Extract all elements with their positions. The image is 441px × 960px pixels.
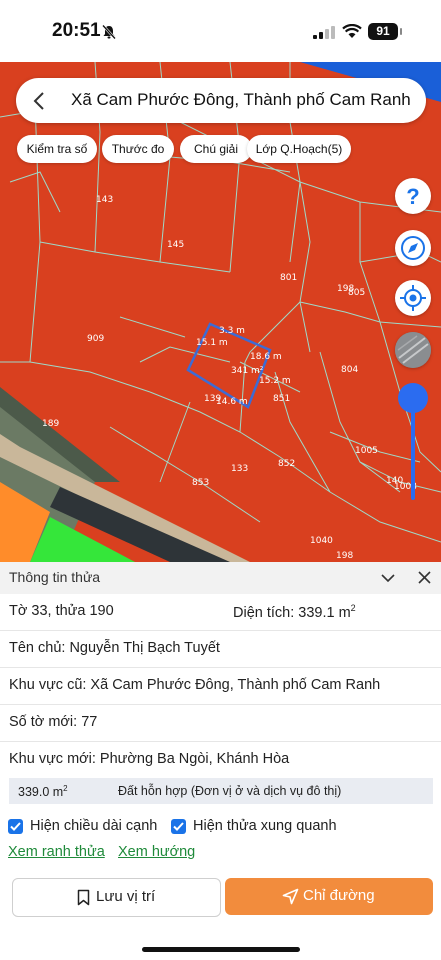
- checkbox-show-edges[interactable]: [8, 819, 23, 834]
- parcel-label: 851: [273, 394, 291, 404]
- help-icon: ?: [406, 184, 419, 209]
- search-bar[interactable]: Xã Cam Phước Đông, Thành phố Cam Ranh: [16, 78, 426, 123]
- compass-icon: [401, 236, 425, 260]
- chip-legend[interactable]: Chú giải: [180, 135, 252, 163]
- parcel-label: 1005: [355, 446, 378, 456]
- info-row-owner: Tên chủ: Nguyễn Thị Bạch Tuyết: [0, 630, 441, 668]
- area-unit-sup: 2: [350, 603, 356, 613]
- layer-thumbnail[interactable]: [395, 332, 431, 368]
- checkbox-icon: [10, 822, 21, 831]
- navigation-arrow-icon: [282, 888, 299, 905]
- search-query-text[interactable]: Xã Cam Phước Đông, Thành phố Cam Ranh: [71, 90, 411, 110]
- show-neighbors-label[interactable]: Hiện thửa xung quanh: [193, 818, 337, 834]
- new-area-text: Khu vực mới: Phường Ba Ngòi, Khánh Hòa: [9, 751, 290, 767]
- compass-button[interactable]: [395, 230, 431, 266]
- directions-label: Chỉ đường: [303, 887, 375, 904]
- back-icon[interactable]: [30, 90, 48, 112]
- show-edges-label[interactable]: Hiện chiều dài cạnh: [30, 818, 157, 834]
- checkbox-show-neighbors[interactable]: [171, 819, 186, 834]
- land-type-row: 339.0 m2 Đất hỗn hợp (Đơn vị ở và dịch v…: [9, 778, 433, 804]
- land-type-text: Đất hỗn hợp (Đơn vị ở và dịch vụ đô thị): [118, 784, 342, 798]
- panel-title: Thông tin thửa: [9, 569, 101, 585]
- chip-check-number[interactable]: Kiểm tra số: [17, 135, 97, 163]
- area-text: Diện tích: 339.1 m2: [233, 603, 356, 621]
- view-direction-link[interactable]: Xem hướng: [118, 844, 195, 860]
- parcel-label: 1040: [310, 536, 333, 546]
- parcel-label: 189: [42, 419, 60, 429]
- bookmark-icon: [77, 889, 90, 906]
- owner-text: Tên chủ: Nguyễn Thị Bạch Tuyết: [9, 640, 220, 656]
- satellite-layer-icon: [395, 332, 431, 368]
- edge-length-label: 18.6 m: [250, 352, 282, 362]
- opacity-slider-track[interactable]: [411, 400, 415, 500]
- edge-length-label: 14.6 m: [216, 397, 248, 407]
- edge-length-label: 15.2 m: [259, 376, 291, 386]
- parcel-info-panel: Thông tin thửa Tờ 33, thửa 190 Diện tích…: [0, 562, 441, 960]
- land-area-text: 339.0 m2: [18, 784, 68, 799]
- locate-icon: [400, 285, 426, 311]
- area-value: Diện tích: 339.1 m: [233, 604, 351, 621]
- parcel-label: 145: [167, 240, 185, 250]
- parcel-label: 133: [231, 464, 249, 474]
- info-row-new-area: Khu vực mới: Phường Ba Ngòi, Khánh Hòa: [0, 741, 441, 777]
- chevron-down-icon[interactable]: [380, 571, 396, 585]
- info-row-new-sheet: Số tờ mới: 77: [0, 704, 441, 742]
- signal-icon: [313, 26, 335, 39]
- parcel-label: 853: [192, 478, 210, 488]
- old-area-text: Khu vực cũ: Xã Cam Phước Đông, Thành phố…: [9, 677, 381, 693]
- parcel-label: 801: [280, 273, 298, 283]
- directions-button[interactable]: Chỉ đường: [225, 878, 433, 915]
- save-location-label: Lưu vị trí: [96, 888, 156, 905]
- new-sheet-text: Số tờ mới: 77: [9, 714, 98, 730]
- parcel-label: 804: [341, 365, 359, 375]
- status-bar: 20:51 91: [0, 0, 441, 62]
- parcel-label: 198: [336, 551, 354, 561]
- panel-header: Thông tin thửa: [0, 562, 441, 594]
- parcel-label: 143: [96, 195, 114, 205]
- edge-length-label: 3.3 m: [219, 326, 245, 336]
- locate-button[interactable]: [395, 280, 431, 316]
- sheet-parcel-text: Tờ 33, thửa 190: [9, 603, 114, 619]
- home-indicator: [142, 947, 300, 952]
- status-time: 20:51: [52, 20, 101, 41]
- chip-planning-layer[interactable]: Lớp Q.Hoạch(5): [247, 135, 351, 163]
- info-row-sheet: Tờ 33, thửa 190 Diện tích: 339.1 m2: [0, 594, 441, 631]
- chip-measure[interactable]: Thước đo: [102, 135, 174, 163]
- close-icon[interactable]: [418, 571, 431, 584]
- view-boundary-link[interactable]: Xem ranh thửa: [8, 844, 105, 860]
- help-button[interactable]: ?: [395, 178, 431, 214]
- battery-indicator: 91: [368, 23, 402, 40]
- checkbox-icon: [173, 822, 184, 831]
- land-area-value: 339.0 m: [18, 785, 64, 800]
- edge-length-label: 15.1 m: [196, 338, 228, 348]
- opacity-slider-thumb[interactable]: [398, 383, 428, 413]
- land-area-unit-sup: 2: [63, 784, 68, 793]
- bell-slash-icon: [102, 24, 116, 40]
- parcel-label: 852: [278, 459, 296, 469]
- wifi-icon: [342, 24, 362, 38]
- parcel-label: 805: [348, 288, 366, 298]
- parcel-label: 909: [87, 334, 105, 344]
- info-row-old-area: Khu vực cũ: Xã Cam Phước Đông, Thành phố…: [0, 667, 441, 705]
- svg-text:?: ?: [406, 184, 419, 209]
- parcel-area-label: 341 m²: [231, 366, 264, 376]
- save-location-button[interactable]: Lưu vị trí: [12, 878, 221, 917]
